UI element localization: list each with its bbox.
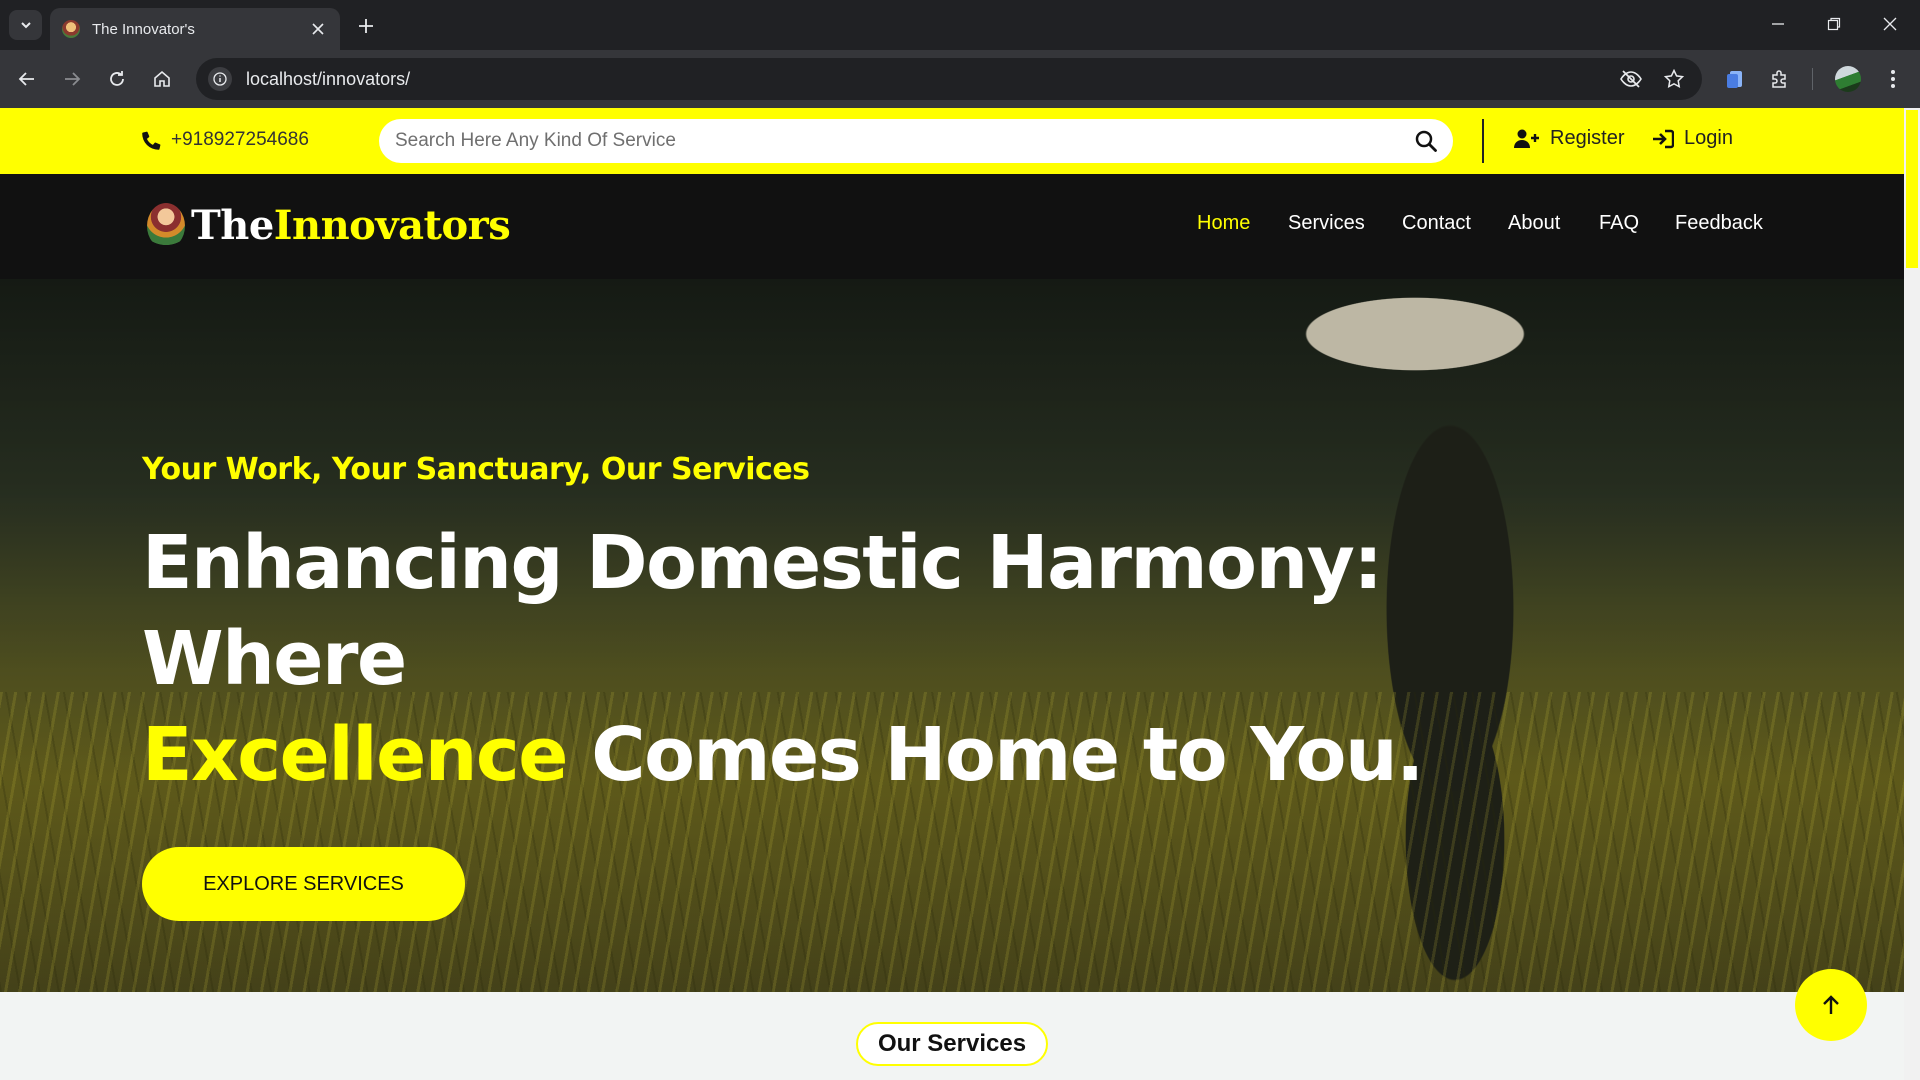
tab-title: The Innovator's [92, 20, 195, 38]
explore-services-button[interactable]: EXPLORE SERVICES [142, 847, 465, 921]
page-viewport: +918927254686 Register Login TheInnovato… [0, 108, 1920, 1080]
hero-title: Enhancing Domestic Harmony: Where Excell… [142, 515, 1642, 803]
tab-search-button[interactable] [9, 10, 42, 40]
nav-contact[interactable]: Contact [1402, 212, 1471, 235]
puzzle-icon [1772, 70, 1786, 88]
minimize-icon [1772, 23, 1784, 25]
logo-text-the: The [191, 202, 274, 249]
address-bar[interactable]: localhost/innovators/ [196, 58, 1702, 100]
nav-feedback[interactable]: Feedback [1675, 212, 1763, 235]
nav-services[interactable]: Services [1288, 212, 1365, 235]
register-link[interactable]: Register [1514, 127, 1624, 150]
phone-contact[interactable]: +918927254686 [141, 129, 309, 151]
site-info-icon[interactable] [208, 67, 232, 91]
tab-close-button[interactable] [308, 19, 328, 39]
nav-about[interactable]: About [1508, 212, 1560, 235]
extensions-menu-button[interactable] [1764, 63, 1796, 95]
url-text[interactable]: localhost/innovators/ [246, 69, 1620, 90]
arrow-left-icon [18, 72, 34, 86]
reload-icon [110, 71, 124, 86]
close-window-button[interactable] [1862, 0, 1918, 48]
home-button[interactable] [146, 63, 178, 95]
phone-number: +918927254686 [171, 129, 309, 150]
browser-menu-button[interactable] [1877, 63, 1909, 95]
sign-in-icon [1653, 129, 1674, 148]
reload-button[interactable] [101, 63, 133, 95]
login-label: Login [1684, 127, 1733, 149]
hero-title-line2: Comes Home to You. [567, 712, 1424, 798]
minimize-button[interactable] [1750, 0, 1806, 48]
restore-icon [1827, 17, 1841, 31]
eye-slash-icon[interactable] [1620, 70, 1642, 88]
home-icon [154, 70, 170, 87]
document-icon [1727, 71, 1742, 88]
plus-icon [359, 19, 373, 33]
kebab-menu-icon [1891, 70, 1895, 88]
site-logo[interactable]: TheInnovators [147, 202, 511, 249]
services-heading: Our Services [856, 1022, 1048, 1066]
bookmark-star-icon[interactable] [1664, 69, 1684, 89]
logo-mascot-icon [147, 202, 185, 249]
forward-button[interactable] [56, 63, 88, 95]
phone-icon [142, 131, 161, 150]
close-icon [312, 23, 324, 35]
page-scrollbar-thumb[interactable] [1906, 110, 1918, 268]
toolbar-divider [1812, 68, 1813, 90]
hero-banner: Your Work, Your Sanctuary, Our Services … [0, 279, 1904, 992]
browser-tabstrip: The Innovator's [0, 0, 1920, 50]
close-icon [1883, 17, 1897, 31]
nav-faq[interactable]: FAQ [1599, 212, 1639, 235]
scroll-to-top-button[interactable] [1795, 969, 1867, 1041]
logo-text-innovators: Innovators [273, 202, 511, 249]
top-contact-bar: +918927254686 Register Login [0, 108, 1904, 174]
arrow-up-icon [1823, 995, 1839, 1014]
browser-toolbar: localhost/innovators/ [0, 50, 1920, 108]
service-search-input[interactable] [395, 130, 1415, 152]
nav-home[interactable]: Home [1197, 212, 1250, 235]
chevron-down-icon [20, 22, 31, 29]
extension-button[interactable] [1719, 63, 1751, 95]
login-link[interactable]: Login [1652, 127, 1733, 150]
new-tab-button[interactable] [352, 12, 380, 40]
main-navbar: TheInnovators Home Services Contact Abou… [0, 174, 1904, 279]
search-button[interactable] [1415, 130, 1437, 152]
browser-tab[interactable]: The Innovator's [50, 8, 340, 50]
profile-button[interactable] [1832, 63, 1864, 95]
arrow-right-icon [65, 72, 81, 86]
hero-title-line1: Enhancing Domestic Harmony: Where [142, 520, 1383, 702]
avatar [1835, 66, 1861, 92]
restore-button[interactable] [1806, 0, 1862, 48]
hero-title-highlight: Excellence [142, 712, 569, 798]
hero-subtitle: Your Work, Your Sanctuary, Our Services [142, 452, 810, 487]
service-search-box [379, 119, 1453, 163]
topbar-divider [1482, 119, 1484, 163]
site-favicon-icon [62, 20, 80, 38]
search-icon [1415, 130, 1437, 152]
user-plus-icon [1514, 129, 1539, 148]
register-label: Register [1550, 127, 1625, 149]
back-button[interactable] [11, 63, 43, 95]
